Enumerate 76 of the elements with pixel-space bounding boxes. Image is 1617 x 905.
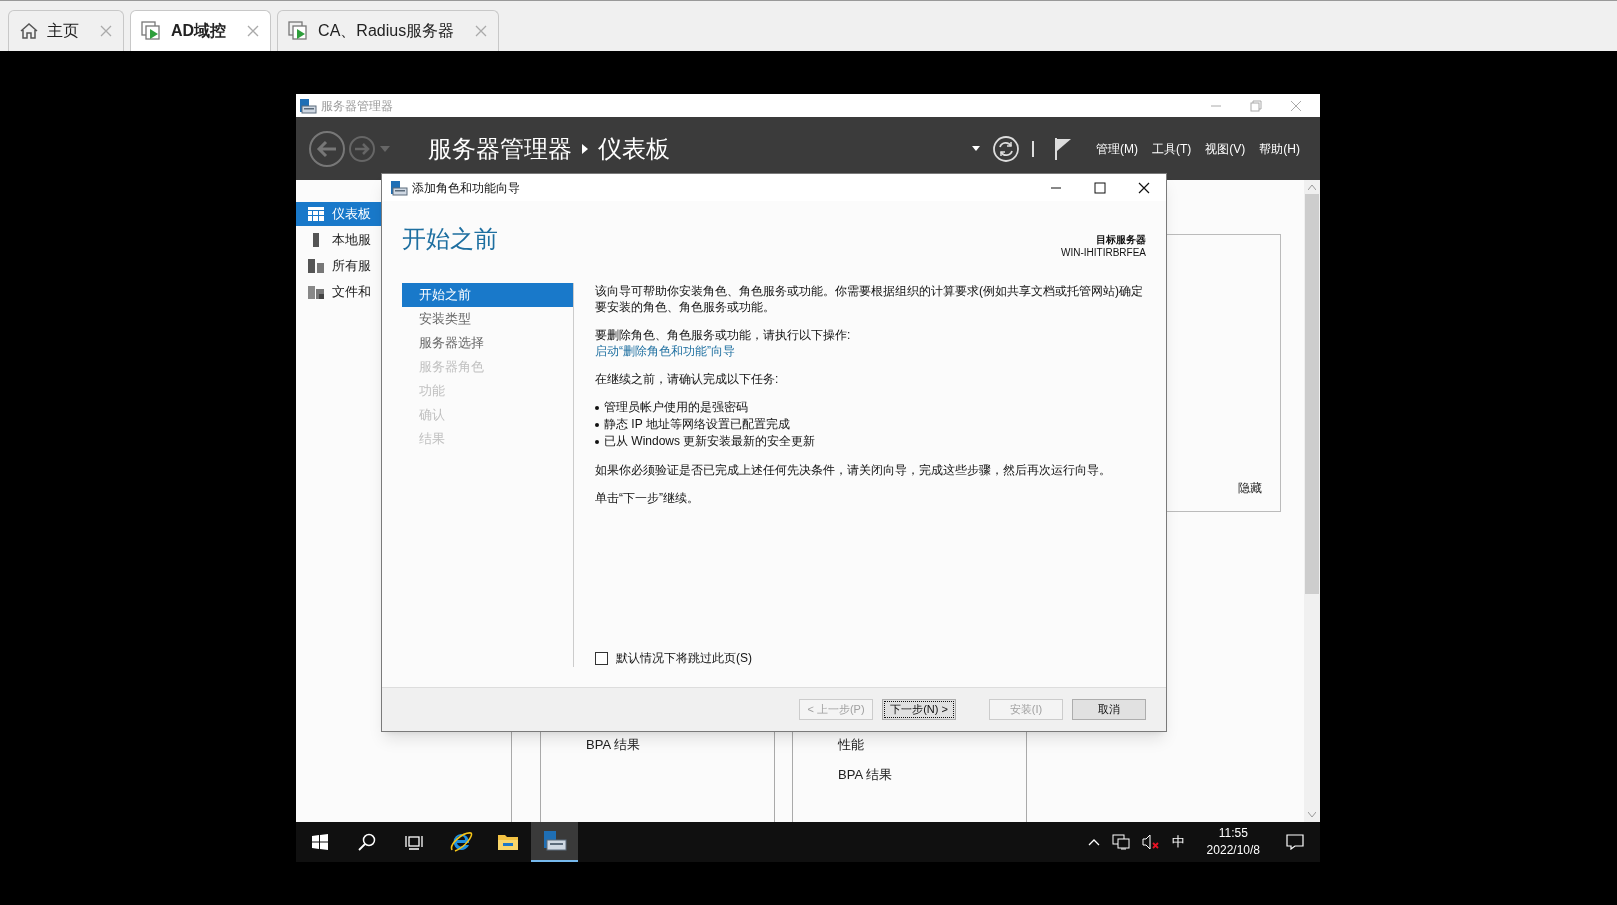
bullet-icon bbox=[595, 439, 599, 444]
dropdown-icon[interactable] bbox=[972, 146, 980, 151]
tab-label: AD域控 bbox=[171, 21, 227, 41]
window-title: 服务器管理器 bbox=[321, 97, 393, 115]
server-icon bbox=[308, 285, 324, 299]
tab-label: 主页 bbox=[47, 21, 79, 41]
windows-logo-icon bbox=[311, 834, 328, 850]
bullet-icon bbox=[595, 422, 599, 427]
notification-icon[interactable] bbox=[1286, 834, 1304, 850]
window-title: 添加角色和功能向导 bbox=[412, 179, 520, 197]
sidebar-label: 所有服 bbox=[332, 257, 371, 276]
paragraph: 要删除角色、角色服务或功能，请执行以下操作: bbox=[595, 327, 852, 343]
home-icon bbox=[19, 22, 39, 40]
sidebar-label: 文件和 bbox=[332, 283, 371, 302]
task-view-icon bbox=[404, 834, 423, 850]
input-method-indicator[interactable]: 中 bbox=[1171, 832, 1185, 852]
volume-muted-icon[interactable] bbox=[1141, 834, 1160, 850]
menu-item[interactable]: 工具(T) bbox=[1152, 139, 1192, 158]
sidebar-item[interactable]: 本地服 bbox=[296, 228, 381, 252]
server-manager-icon bbox=[390, 179, 408, 196]
network-icon[interactable] bbox=[1111, 834, 1130, 850]
sidebar-item[interactable]: 所有服 bbox=[296, 254, 381, 278]
server-manager-icon bbox=[299, 97, 317, 114]
paragraph: 如果你必须验证是否已完成上述任何先决条件，请关闭向导，完成这些步骤，然后再次运行向导。 bbox=[595, 462, 1112, 478]
clock-date[interactable]: 2022/10/8 bbox=[1206, 842, 1260, 859]
clock-time[interactable]: 11:55 bbox=[1218, 825, 1248, 842]
breadcrumb-item[interactable]: 服务器管理器 bbox=[428, 130, 572, 167]
page-heading: 开始之前 bbox=[402, 224, 498, 254]
flag-icon[interactable] bbox=[1054, 136, 1072, 161]
search-icon bbox=[357, 833, 376, 851]
paragraph: 该向导可帮助你安装角色、角色服务或功能。你需要根据组织的计算要求(例如共享文档或托管网站)确定要安装的角色、角色服务或功能。 bbox=[595, 283, 1144, 315]
breadcrumb-arrow-icon bbox=[582, 143, 588, 154]
bullet-item: 静态 IP 地址等网络设置已配置完成 bbox=[604, 416, 790, 433]
tab-label: CA、Radius服务器 bbox=[318, 21, 455, 41]
tile-item[interactable]: 性能 bbox=[838, 735, 1026, 755]
link[interactable]: 启动“删除角色和功能”向导 bbox=[595, 343, 1146, 359]
paragraph: 在继续之前，请确认完成以下任务: bbox=[595, 371, 780, 387]
hide-link[interactable]: 隐藏 bbox=[1238, 479, 1262, 497]
bullet-item: 已从 Windows 更新安装最新的安全更新 bbox=[604, 433, 816, 450]
maximize-icon[interactable] bbox=[1094, 181, 1106, 194]
target-server-name: WIN-IHITIRBRFEA bbox=[1061, 246, 1146, 259]
browser-e-icon bbox=[448, 830, 473, 854]
play-window-icon bbox=[141, 21, 163, 41]
wizard-step[interactable]: 服务器选择 bbox=[402, 331, 573, 355]
bullet-icon bbox=[595, 405, 599, 410]
wizard-button[interactable]: 下一步(N) > bbox=[882, 699, 956, 720]
checkbox-label: 默认情况下将跳过此页(S) bbox=[616, 650, 752, 667]
sidebar-label: 仪表板 bbox=[332, 205, 371, 224]
browser-tab[interactable]: CA、Radius服务器 bbox=[277, 10, 500, 51]
tile-item[interactable]: BPA 结果 bbox=[838, 764, 1026, 784]
checkbox[interactable] bbox=[595, 651, 608, 665]
refresh-icon[interactable] bbox=[992, 134, 1020, 163]
target-server-label: 目标服务器 bbox=[1096, 233, 1146, 246]
grid-icon bbox=[308, 207, 324, 221]
server-manager-button[interactable] bbox=[531, 822, 578, 862]
browser-tab[interactable]: AD域控 bbox=[130, 10, 272, 51]
wizard-step[interactable]: 安装类型 bbox=[402, 307, 573, 331]
browser-tab[interactable]: 主页 bbox=[8, 10, 124, 51]
sidebar-item[interactable]: 文件和 bbox=[296, 280, 381, 304]
server-icon bbox=[308, 259, 324, 273]
bullet-item: 管理员帐户使用的是强密码 bbox=[604, 399, 748, 416]
server-manager-icon bbox=[542, 830, 567, 852]
back-icon[interactable] bbox=[308, 129, 346, 168]
menu-item[interactable]: 视图(V) bbox=[1205, 139, 1246, 158]
sidebar-item[interactable]: 仪表板 bbox=[296, 202, 381, 226]
menu-item[interactable]: 帮助(H) bbox=[1259, 139, 1300, 158]
sidebar-label: 本地服 bbox=[332, 231, 371, 250]
paragraph: 单击“下一步”继续。 bbox=[595, 490, 700, 506]
menu-item[interactable]: 管理(M) bbox=[1096, 139, 1138, 158]
breadcrumb-item: 仪表板 bbox=[598, 133, 670, 164]
chevron-up-icon[interactable] bbox=[1087, 838, 1100, 846]
folder-icon bbox=[496, 833, 519, 851]
tile-item[interactable]: BPA 结果 bbox=[586, 735, 774, 755]
close-icon[interactable] bbox=[1138, 181, 1150, 194]
wizard-step[interactable]: 开始之前 bbox=[402, 283, 573, 307]
wizard-button[interactable]: 取消 bbox=[1072, 699, 1146, 720]
